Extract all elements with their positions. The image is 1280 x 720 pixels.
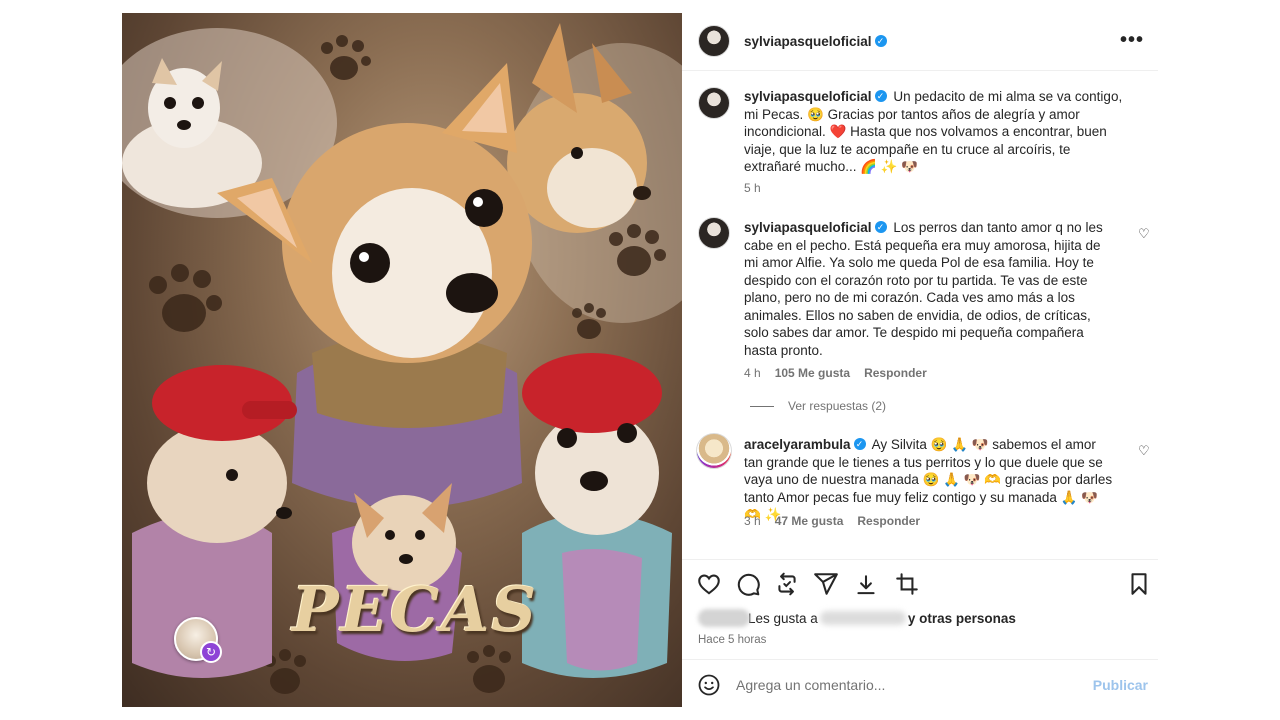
comment-time[interactable]: 3 h	[744, 514, 761, 528]
bookmark-icon[interactable]	[1126, 571, 1152, 597]
like-comment-heart-icon[interactable]: ♡	[1138, 226, 1150, 242]
emoji-icon[interactable]	[697, 673, 721, 697]
comment-avatar[interactable]	[696, 433, 732, 469]
comment-text: Los perros dan tanto amor q no les cabe …	[744, 220, 1103, 358]
comment-author[interactable]: sylviapasqueloficial	[744, 220, 872, 235]
repost-icon[interactable]	[774, 571, 800, 597]
author-avatar[interactable]	[698, 25, 730, 57]
comment-box-divider	[682, 659, 1158, 660]
verified-icon: ✓	[853, 438, 866, 451]
header-divider	[682, 70, 1158, 71]
dog-bottom-right	[522, 353, 672, 678]
likes-suffix: y otras personas	[907, 610, 1016, 626]
comment-time[interactable]: 4 h	[744, 366, 761, 380]
posted-ago[interactable]: Hace 5 horas	[698, 634, 766, 646]
download-icon[interactable]	[853, 572, 879, 598]
view-replies-button[interactable]: Ver respuestas (2)	[788, 399, 886, 413]
replies-line	[750, 406, 774, 407]
liker-name-blurred	[819, 611, 906, 625]
comment: aracelyarambula ✓ Ay Silvita 🥹 🙏 🐶 sabemo…	[744, 436, 1116, 524]
caption-time[interactable]: 5 h	[744, 181, 761, 195]
liker-avatars-blurred	[698, 609, 750, 627]
caption: sylviapasqueloficial ✓ Un pedacito de mi …	[744, 88, 1124, 176]
post-image[interactable]: PECAS ↻	[122, 13, 682, 707]
crop-icon[interactable]	[894, 571, 920, 597]
comment-likes[interactable]: 105 Me gusta	[775, 366, 850, 380]
comment: sylviapasqueloficial ✓ Los perros dan tan…	[744, 219, 1116, 359]
comment-avatar[interactable]	[698, 217, 730, 249]
reply-button[interactable]: Responder	[857, 514, 920, 528]
verified-icon: ✓	[874, 221, 887, 234]
heart-icon[interactable]	[696, 571, 722, 597]
reply-button[interactable]: Responder	[864, 366, 927, 380]
post-side-panel: sylviapasqueloficial ✓ ••• sylviapasquelo…	[682, 13, 1158, 707]
like-comment-heart-icon[interactable]: ♡	[1138, 443, 1150, 459]
caption-author-avatar[interactable]	[698, 87, 730, 119]
comment-author[interactable]: aracelyarambula	[744, 437, 851, 452]
actions-divider	[682, 559, 1158, 560]
comment-likes[interactable]: 47 Me gusta	[775, 514, 844, 528]
comment-meta: 3 h 47 Me gusta Responder	[744, 514, 920, 528]
post-header: sylviapasqueloficial ✓	[744, 33, 890, 51]
verified-icon: ✓	[874, 90, 887, 103]
likes-prefix: Les gusta a	[748, 610, 818, 626]
more-icon[interactable]: •••	[1120, 29, 1144, 52]
author-username[interactable]: sylviapasqueloficial	[744, 34, 872, 49]
image-title-text: PECAS	[292, 573, 539, 646]
likes-summary[interactable]: Les gusta a y otras personas	[698, 609, 1016, 627]
share-icon[interactable]	[813, 571, 839, 597]
publish-button[interactable]: Publicar	[1093, 677, 1148, 693]
caption-author[interactable]: sylviapasqueloficial	[744, 89, 872, 104]
collab-badge-icon: ↻	[200, 641, 222, 663]
comment-input[interactable]: Agrega un comentario...	[736, 677, 885, 693]
comment-icon[interactable]	[735, 571, 761, 597]
verified-icon: ✓	[874, 34, 887, 47]
comment-meta: 4 h 105 Me gusta Responder	[744, 366, 927, 380]
